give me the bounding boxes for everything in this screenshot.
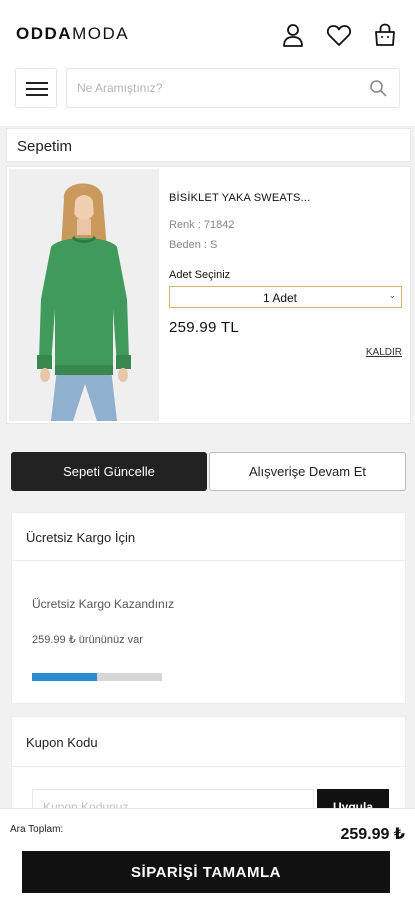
quantity-select[interactable]: 1 Adet ⌄ (169, 286, 402, 308)
logo-bold-text: ODDA (16, 24, 73, 43)
order-summary-bar: Ara Toplam: 259.99 ₺ SİPARİŞİ TAMAMLA (0, 808, 415, 900)
logo-light-text: MODA (72, 24, 130, 43)
free-shipping-status: Ücretsiz Kargo Kazandınız (32, 597, 175, 611)
brand-logo[interactable]: ODDAMODA (16, 24, 129, 44)
hamburger-menu-icon (26, 82, 48, 84)
page-title: Sepetim (17, 138, 73, 155)
product-size: Beden : S (169, 239, 218, 251)
user-icon[interactable] (280, 22, 306, 48)
complete-order-button[interactable]: SİPARİŞİ TAMAMLA (22, 851, 390, 893)
cart-amount-text: 259.99 ₺ ürününüz var (32, 634, 143, 646)
cart-item: BİSİKLET YAKA SWEATS... Renk : 71842 Bed… (6, 166, 411, 424)
hamburger-menu-button[interactable] (15, 68, 57, 108)
quantity-value: 1 Adet (262, 291, 298, 305)
product-image[interactable] (9, 169, 159, 421)
search-input[interactable] (77, 69, 357, 107)
search-icon[interactable] (369, 79, 387, 97)
search-bar (66, 68, 400, 108)
remove-item-link[interactable]: KALDIR (366, 347, 402, 358)
continue-shopping-button[interactable]: Alışverişe Devam Et (209, 452, 406, 491)
heart-icon[interactable] (326, 22, 352, 48)
site-header: ODDAMODA (0, 0, 415, 126)
free-shipping-panel: Ücretsiz Kargo İçin Ücretsiz Kargo Kazan… (11, 512, 406, 704)
product-photo-illustration (9, 169, 159, 421)
quantity-label: Adet Seçiniz (169, 269, 231, 281)
product-price: 259.99 TL (169, 319, 239, 336)
cart-title-bar: Sepetim (6, 128, 411, 162)
product-name[interactable]: BİSİKLET YAKA SWEATS... (169, 192, 310, 204)
update-cart-button[interactable]: Sepeti Güncelle (11, 452, 207, 491)
free-shipping-header: Ücretsiz Kargo İçin (12, 513, 405, 561)
coupon-title: Kupon Kodu (26, 735, 98, 750)
product-color: Renk : 71842 (169, 219, 235, 231)
subtotal-label: Ara Toplam: (10, 824, 64, 835)
progress-fill (32, 673, 97, 681)
chevron-down-icon: ⌄ (388, 290, 396, 300)
free-shipping-progress-bar (32, 673, 162, 681)
shopping-bag-icon[interactable] (372, 22, 398, 48)
subtotal-value: 259.99 ₺ (340, 826, 405, 843)
coupon-header: Kupon Kodu (12, 717, 405, 767)
free-shipping-title: Ücretsiz Kargo İçin (26, 530, 136, 545)
